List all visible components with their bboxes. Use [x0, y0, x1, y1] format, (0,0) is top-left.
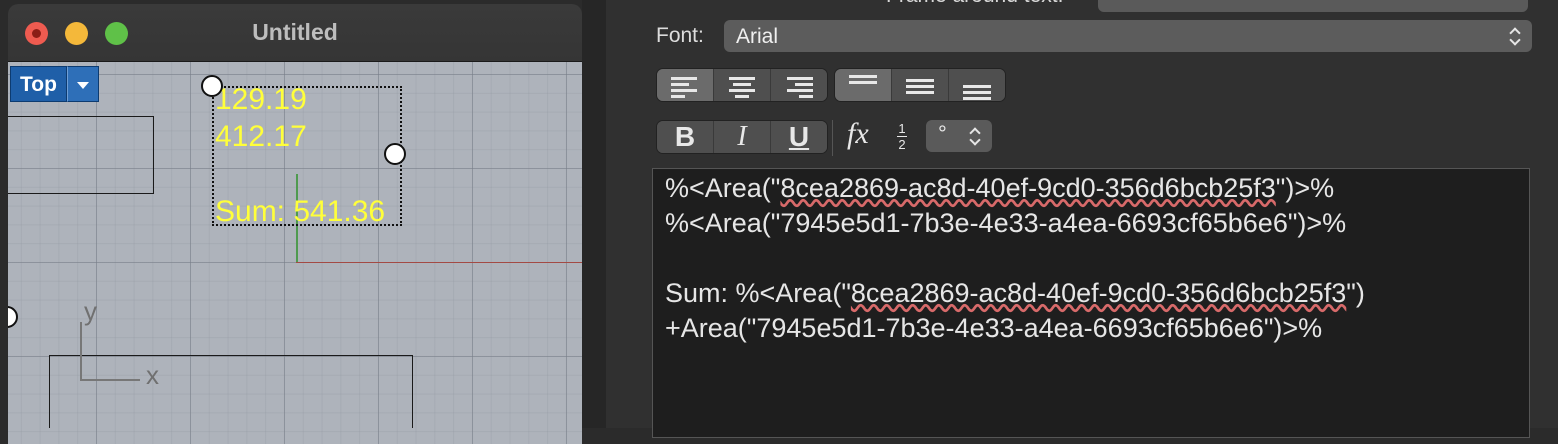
frame-around-text-select[interactable]	[1098, 0, 1528, 12]
text-object-line-3: Sum: 541.36	[215, 195, 386, 228]
cplane-x-label: x	[146, 360, 159, 390]
frame-around-text-label: Frame around text:	[886, 0, 1063, 8]
fraction-button[interactable]: 1 2	[897, 122, 907, 151]
editor-line-3: Sum: %<Area("8cea2869-ac8d-40ef-9cd0-356…	[665, 278, 1365, 309]
font-select[interactable]: Arial	[724, 20, 1532, 52]
font-select-value: Arial	[736, 25, 779, 48]
text-style-group: B I U	[656, 120, 828, 154]
align-middle-button[interactable]	[892, 69, 949, 101]
text-object-line-2: 412.17	[215, 120, 307, 153]
grip-handle[interactable]	[8, 306, 18, 328]
world-x-axis-line	[296, 262, 582, 263]
text-grip-handle[interactable]	[201, 75, 223, 97]
select-updown-icon	[970, 125, 982, 147]
cplane-x-axis-line	[80, 379, 140, 381]
align-center-button[interactable]	[714, 69, 771, 101]
cplane-y-axis-line	[80, 322, 82, 380]
editor-line-3-prefix: Sum: %<Area("	[665, 278, 851, 308]
fraction-denominator: 2	[898, 137, 906, 152]
editor-line-1-guid: 8cea2869-ac8d-40ef-9cd0-356d6bcb25f3	[780, 173, 1276, 203]
toolbar-separator	[832, 120, 833, 156]
align-left-button[interactable]	[657, 69, 714, 101]
editor-line-1-suffix: ")>%	[1275, 173, 1335, 203]
italic-button[interactable]: I	[714, 121, 771, 153]
rectangle-curve-2[interactable]	[49, 355, 413, 428]
horizontal-alignment-group	[656, 68, 828, 102]
align-right-button[interactable]	[771, 69, 827, 101]
editor-line-1-prefix: %<Area("	[665, 173, 781, 203]
viewport-geometry-layer: y x 129.19 412.17 Sum: 541.36	[8, 0, 582, 428]
vertical-alignment-group	[834, 68, 1006, 102]
text-width-grip-handle[interactable]	[384, 143, 406, 165]
font-label: Font:	[656, 24, 704, 47]
insert-field-fx-button[interactable]: fx	[847, 117, 869, 151]
editor-line-3-guid: 8cea2869-ac8d-40ef-9cd0-356d6bcb25f3	[850, 278, 1347, 308]
editor-line-2: %<Area("7945e5d1-7b3e-4e33-a4ea-6693cf65…	[665, 208, 1347, 238]
align-top-button[interactable]	[835, 69, 892, 101]
symbol-select[interactable]: °	[926, 120, 992, 152]
underline-button[interactable]: U	[771, 121, 827, 153]
bold-button[interactable]: B	[657, 121, 714, 153]
align-bottom-button[interactable]	[949, 69, 1005, 101]
editor-line-3-suffix: ")	[1346, 278, 1365, 308]
text-object-line-1: 129.19	[215, 83, 307, 116]
fraction-numerator: 1	[898, 121, 906, 136]
cplane-y-label: y	[84, 296, 97, 326]
editor-line-4: +Area("7945e5d1-7b3e-4e33-a4ea-6693cf65b…	[665, 313, 1323, 343]
select-updown-icon	[1510, 25, 1522, 47]
panel-divider	[582, 0, 606, 428]
rectangle-curve-1[interactable]	[8, 116, 154, 194]
text-editor[interactable]: %<Area("8cea2869-ac8d-40ef-9cd0-356d6bcb…	[652, 168, 1530, 438]
symbol-select-value: °	[938, 121, 947, 146]
text-properties-panel: Frame around text: Font: Arial	[606, 0, 1558, 438]
editor-line-1: %<Area("8cea2869-ac8d-40ef-9cd0-356d6bcb…	[665, 173, 1334, 204]
